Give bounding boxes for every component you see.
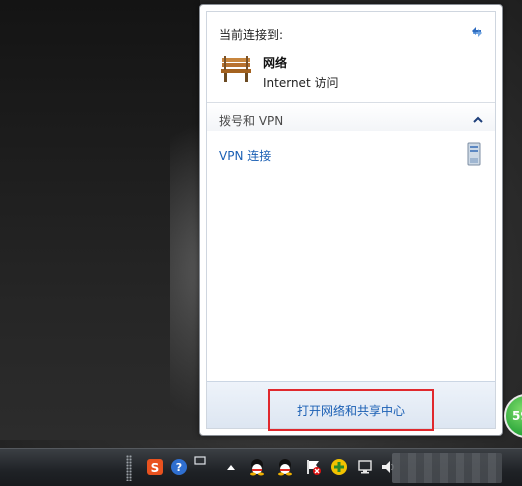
sogou-icon[interactable]: S — [146, 458, 164, 476]
qq-icon[interactable] — [248, 458, 266, 476]
vpn-server-icon — [467, 142, 481, 166]
help-icon[interactable]: ? — [170, 458, 188, 476]
currently-connected-label: 当前连接到: — [219, 28, 284, 42]
add-icon[interactable] — [330, 458, 348, 476]
network-access-status: Internet 访问 — [263, 76, 339, 90]
network-flyout: 当前连接到: 网络 Internet 访问 拨号和 VPN VPN 连接 打开网… — [199, 4, 503, 436]
network-name: 网络 — [263, 56, 288, 70]
desktop-background-dark — [0, 0, 200, 440]
taskbar: S ? — [0, 448, 522, 486]
refresh-icon[interactable] — [469, 24, 485, 40]
network-bench-icon — [221, 56, 251, 82]
tray-grip-handle[interactable] — [126, 455, 132, 481]
chevron-up-icon[interactable] — [473, 116, 483, 124]
network-status-icon[interactable] — [356, 458, 374, 476]
flag-icon[interactable] — [304, 458, 322, 476]
svg-text:?: ? — [176, 461, 182, 474]
flyout-footer: 打开网络和共享中心 — [207, 381, 495, 431]
speed-badge-text: 59 — [512, 409, 522, 423]
show-hidden-icons-icon[interactable] — [226, 463, 236, 471]
svg-text:S: S — [151, 461, 160, 475]
speed-badge[interactable]: 59 — [504, 394, 522, 438]
open-network-sharing-center-label: 打开网络和共享中心 — [296, 403, 405, 418]
dialup-vpn-section-title: 拨号和 VPN — [219, 114, 284, 128]
open-network-sharing-center-link[interactable]: 打开网络和共享中心 — [268, 389, 434, 431]
qq-secondary-icon[interactable] — [276, 458, 294, 476]
network-flyout-panel: 当前连接到: 网络 Internet 访问 拨号和 VPN VPN 连接 打开网… — [206, 11, 496, 431]
clock-area-obscured — [392, 453, 502, 483]
keyboard-icon[interactable] — [194, 455, 206, 467]
vpn-connection-item[interactable]: VPN 连接 — [219, 147, 271, 164]
